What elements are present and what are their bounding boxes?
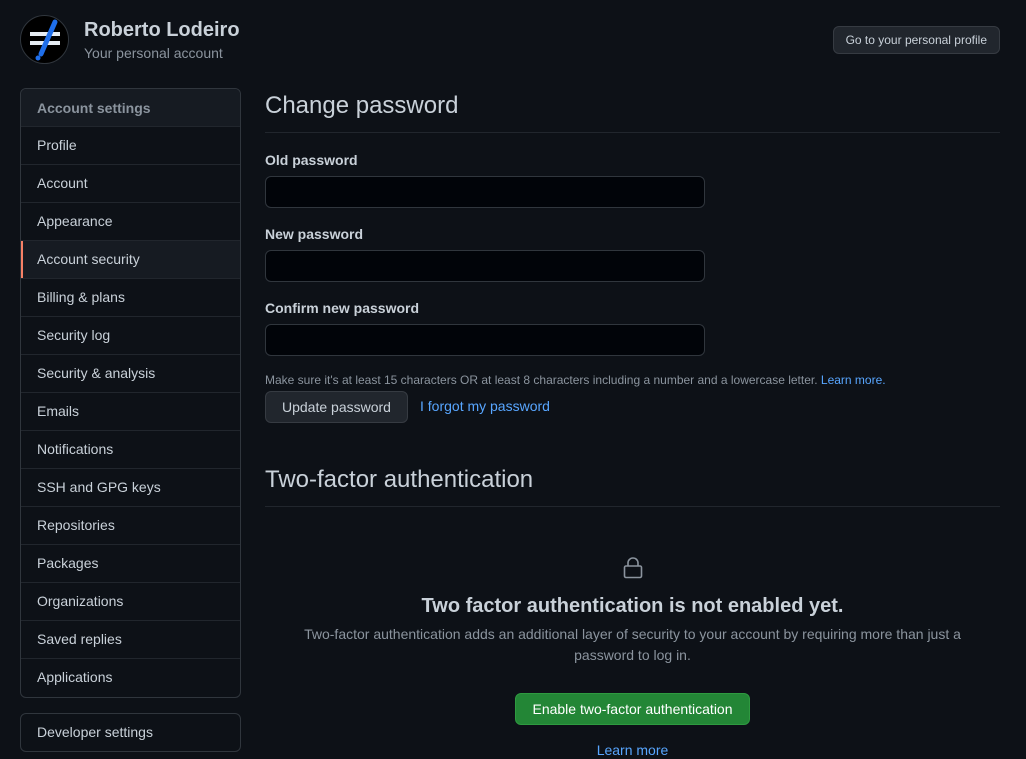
- change-password-title: Change password: [265, 88, 1000, 133]
- developer-menu: Developer settings: [20, 713, 241, 752]
- account-header: Roberto Lodeiro Your personal account Go…: [20, 15, 1000, 65]
- two-factor-status-heading: Two factor authentication is not enabled…: [421, 595, 844, 617]
- update-password-button[interactable]: Update password: [265, 391, 408, 423]
- account-name: Roberto Lodeiro: [84, 19, 240, 41]
- account-subtitle: Your personal account: [84, 45, 223, 61]
- two-factor-title: Two-factor authentication: [265, 462, 1000, 507]
- avatar[interactable]: [20, 15, 69, 64]
- password-note-text: Make sure it's at least 15 characters OR…: [265, 373, 818, 387]
- two-factor-learn-more-link[interactable]: Learn more: [597, 742, 669, 758]
- go-to-profile-button[interactable]: Go to your personal profile: [832, 26, 1000, 54]
- new-password-label: New password: [265, 226, 364, 242]
- two-factor-description-wrap: Two-factor authentication adds an additi…: [265, 624, 1000, 666]
- sidebar-item-security-log[interactable]: Security log: [21, 317, 240, 355]
- password-requirements-note: Make sure it's at least 15 characters OR…: [265, 373, 886, 387]
- sidebar-item-ssh-gpg-keys[interactable]: SSH and GPG keys: [21, 469, 240, 507]
- sidebar-item-saved-replies[interactable]: Saved replies: [21, 621, 240, 659]
- sidebar-item-appearance[interactable]: Appearance: [21, 203, 240, 241]
- sidebar-item-organizations[interactable]: Organizations: [21, 583, 240, 621]
- sidebar-item-packages[interactable]: Packages: [21, 545, 240, 583]
- settings-menu: Account settings Profile Account Appeara…: [20, 88, 241, 698]
- menu-heading: Account settings: [21, 89, 240, 127]
- sidebar-item-profile[interactable]: Profile: [21, 127, 240, 165]
- sidebar-item-notifications[interactable]: Notifications: [21, 431, 240, 469]
- enable-two-factor-button[interactable]: Enable two-factor authentication: [515, 693, 750, 725]
- sidebar-item-account-security[interactable]: Account security: [21, 241, 240, 279]
- password-learn-more-link[interactable]: Learn more.: [821, 373, 886, 387]
- enable-two-factor-wrap: Enable two-factor authentication: [265, 693, 1000, 725]
- sidebar-item-security-analysis[interactable]: Security & analysis: [21, 355, 240, 393]
- old-password-input[interactable]: [265, 176, 705, 208]
- confirm-password-input[interactable]: [265, 324, 705, 356]
- sidebar-item-billing[interactable]: Billing & plans: [21, 279, 240, 317]
- lock-icon: [623, 557, 642, 579]
- sidebar-item-applications[interactable]: Applications: [21, 659, 240, 697]
- two-factor-description: Two-factor authentication adds an additi…: [304, 626, 961, 663]
- sidebar-item-developer-settings[interactable]: Developer settings: [21, 714, 240, 752]
- new-password-input[interactable]: [265, 250, 705, 282]
- lock-icon-wrap: [265, 556, 1000, 585]
- sidebar-item-account[interactable]: Account: [21, 165, 240, 203]
- sidebar-item-repositories[interactable]: Repositories: [21, 507, 240, 545]
- main-content: Change password Old password New passwor…: [265, 88, 1000, 758]
- confirm-password-label: Confirm new password: [265, 300, 420, 316]
- two-factor-learn-more-wrap: Learn more: [265, 742, 1000, 758]
- logo-avatar-icon: [30, 19, 60, 61]
- sidebar-item-emails[interactable]: Emails: [21, 393, 240, 431]
- old-password-label: Old password: [265, 152, 358, 168]
- forgot-password-link[interactable]: I forgot my password: [420, 398, 550, 414]
